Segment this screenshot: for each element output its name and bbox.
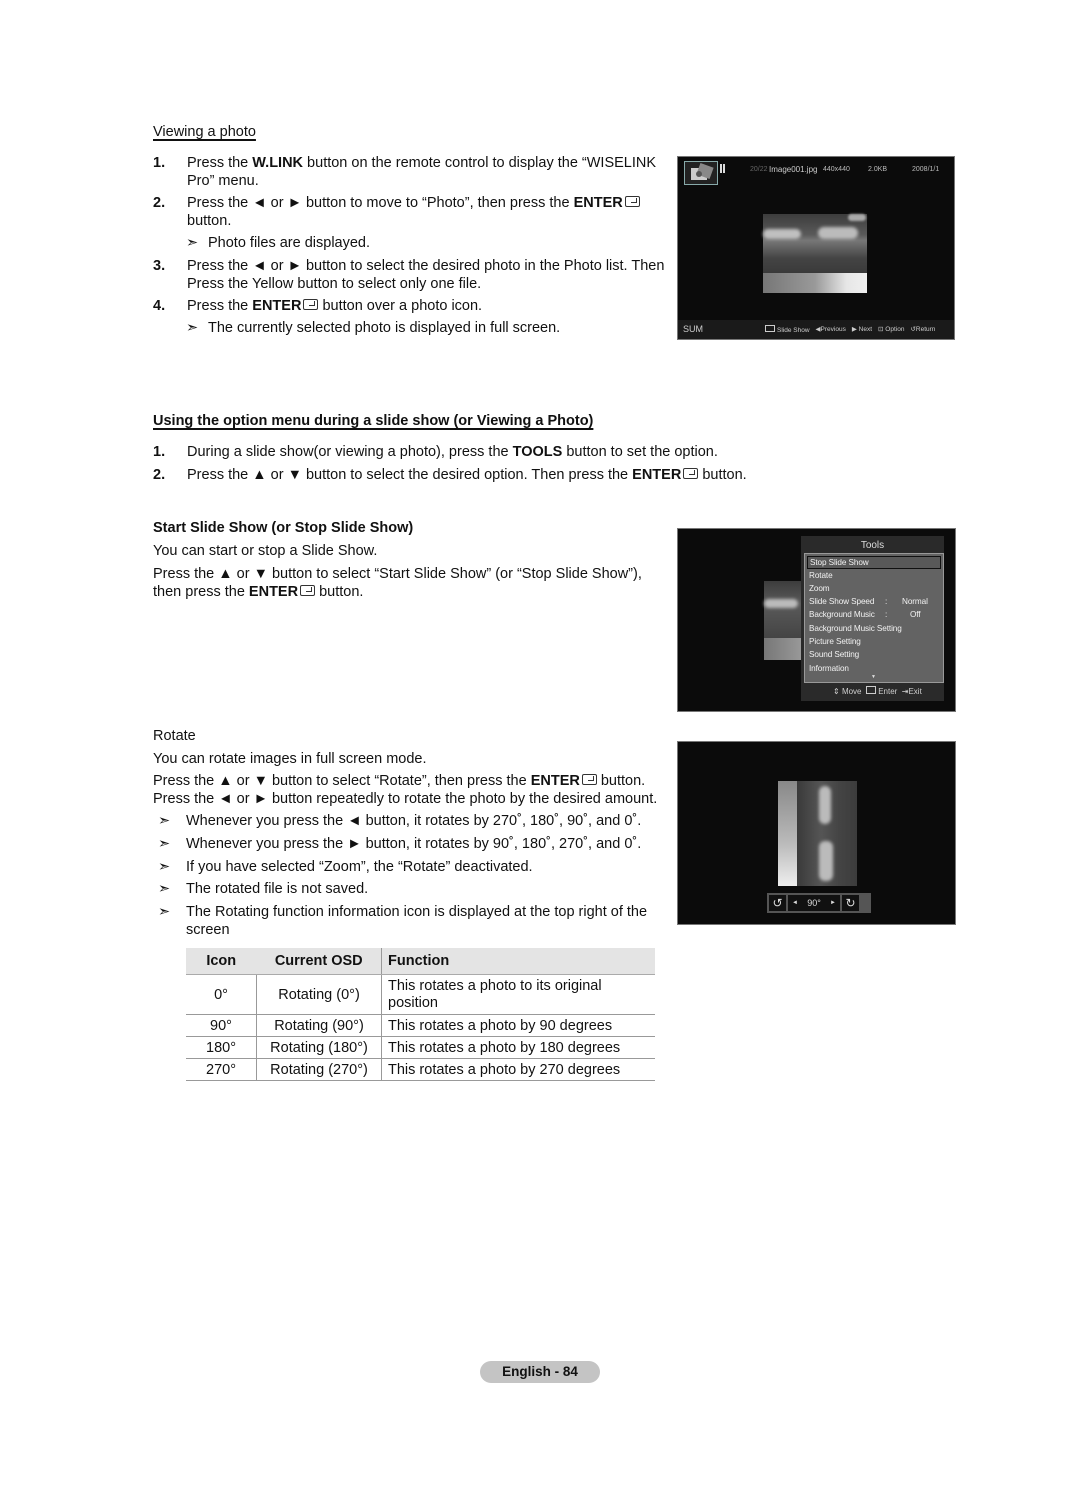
page-number-badge: English - 84 (480, 1361, 600, 1383)
rotate-angle-value: 90° (807, 898, 821, 908)
updown-icon: ⇕ (833, 687, 840, 696)
photo-viewer-screen: 20/22 Image001.jpg 440x440 2.0KB 2008/1/… (677, 156, 955, 340)
enter-icon (624, 196, 640, 207)
table-row: 270° Rotating (270°) This rotates a phot… (186, 1058, 655, 1081)
rotate-note-3: ➣ If you have selected “Zoom”, the “Rotat… (158, 859, 533, 875)
background-photo (764, 581, 802, 660)
header-icon: Icon (186, 948, 257, 975)
footer-btn-option[interactable]: ⊡ Option (878, 325, 904, 334)
tools-item-slide-show-speed[interactable]: Slide Show Speed : Normal (809, 597, 933, 606)
tools-item-background-music[interactable]: Background Music : Off (809, 610, 933, 619)
rotate-note-1: ➣ Whenever you press the ◄ button, it rot… (158, 813, 642, 829)
note-arrow-icon: ➣ (186, 235, 199, 251)
left-arrow-icon[interactable]: ◄ (792, 900, 798, 906)
tools-icon: ⊡ (878, 326, 884, 333)
photo-filesize: 2.0KB (868, 166, 888, 173)
rotated-photo (778, 781, 857, 886)
right-arrow-icon[interactable]: ► (830, 900, 836, 906)
tools-menu-title: Tools (860, 540, 885, 551)
scroll-down-icon[interactable]: ▼ (871, 674, 876, 680)
enter-icon (303, 299, 319, 310)
note-arrow-icon: ➣ (158, 904, 171, 920)
note-photo-files: ➣ Photo files are displayed. (186, 235, 371, 251)
option-step-2: 2. Press the ▲ or ▼ button to select the … (153, 467, 747, 483)
pause-icon (720, 164, 725, 173)
step-2: 2. Press the ◄ or ► button to move to “Ph… (153, 195, 673, 230)
rotate-right-icon[interactable]: ↻ (842, 895, 859, 911)
rotate-instructions: Press the ▲ or ▼ button to select “Rotat… (153, 773, 658, 807)
section-heading-viewing-photo: Viewing a photo (153, 124, 256, 140)
step-4: 4. Press the ENTER button over a photo ic… (153, 298, 483, 314)
device-name: SUM (683, 324, 703, 334)
rotate-left-icon[interactable]: ↺ (769, 895, 786, 911)
photo-filename: Image001.jpg (769, 165, 818, 174)
photo-folder-icon (684, 161, 718, 185)
rotation-table: Icon Current OSD Function 0° Rotating (0… (186, 948, 655, 1081)
tools-item-rotate[interactable]: Rotate (809, 571, 833, 580)
table-row: 180° Rotating (180°) This rotates a phot… (186, 1036, 655, 1059)
enter-icon (581, 774, 597, 785)
rotate-control-bar: ↺ ◄ 90° ► ↻ (767, 893, 871, 913)
tools-item-background-music-setting[interactable]: Background Music Setting (809, 624, 902, 633)
photo-counter: 20/22 (750, 166, 768, 173)
table-row: 0° Rotating (0°) This rotates a photo to… (186, 974, 655, 1015)
tools-menu-screen: Tools Stop Slide Show Rotate Zoom Slide … (677, 528, 956, 712)
subheading-slide-show: Start Slide Show (or Stop Slide Show) (153, 520, 414, 536)
slideshow-desc: You can start or stop a Slide Show. (153, 543, 378, 559)
enter-icon (865, 686, 876, 694)
slide-show-speed-value: Normal (902, 597, 928, 606)
tools-menu: Tools Stop Slide Show Rotate Zoom Slide … (801, 536, 944, 701)
rotate-screen: ↺ ◄ 90° ► ↻ (677, 741, 956, 925)
step-number: 1. (153, 155, 166, 171)
photo-viewer-footer: SUM Slide Show ◀Previous ▶ Next ⊡ Option… (678, 320, 954, 339)
tools-item-zoom[interactable]: Zoom (809, 584, 830, 593)
footer-btn-previous[interactable]: ◀Previous (816, 325, 846, 334)
step-number: 3. (153, 258, 166, 274)
footer-btn-slideshow[interactable]: Slide Show (765, 325, 810, 334)
tools-item-picture-setting[interactable]: Picture Setting (809, 637, 861, 646)
tools-footer: ⇕ Move Enter ⇥Exit (833, 686, 922, 696)
note-arrow-icon: ➣ (158, 881, 171, 897)
note-arrow-icon: ➣ (158, 836, 171, 852)
option-step-1: 1. During a slide show(or viewing a photo… (153, 444, 718, 460)
step-number: 1. (153, 444, 166, 460)
rotate-note-5: ➣ The Rotating function information icon … (158, 904, 648, 938)
photo-thumbnail-seascape[interactable] (763, 214, 867, 293)
footer-btn-next[interactable]: ▶ Next (852, 325, 872, 334)
footer-btn-return[interactable]: ↺Return (910, 325, 935, 334)
header-current-osd: Current OSD (256, 948, 382, 975)
tools-item-information[interactable]: Information (809, 664, 849, 673)
enter-icon (765, 325, 775, 332)
rotate-angle-display: ◄ 90° ► (788, 895, 840, 911)
section-heading-option-menu: Using the option menu during a slide sho… (153, 413, 594, 429)
step-number: 4. (153, 298, 166, 314)
step-number: 2. (153, 195, 166, 211)
rotate-note-4: ➣ The rotated file is not saved. (158, 881, 369, 897)
step-number: 2. (153, 467, 166, 483)
step-1: 1. Press the W.LINK button on the remote … (153, 155, 657, 189)
enter-icon (300, 584, 316, 596)
right-triangle-icon: ▶ (851, 326, 857, 333)
note-arrow-icon: ➣ (186, 320, 199, 336)
subheading-rotate: Rotate (153, 728, 196, 744)
photo-resolution: 440x440 (823, 166, 850, 173)
tools-item-sound-setting[interactable]: Sound Setting (809, 650, 859, 659)
enter-icon (683, 468, 699, 479)
photo-date: 2008/1/1 (912, 166, 940, 173)
background-music-value: Off (910, 610, 921, 619)
header-function: Function (381, 948, 655, 975)
tools-menu-list: Stop Slide Show Rotate Zoom Slide Show S… (804, 553, 944, 683)
tools-item-stop-slide-show[interactable]: Stop Slide Show (807, 556, 941, 569)
step-3: 3. Press the ◄ or ► button to select the … (153, 258, 665, 292)
note-arrow-icon: ➣ (158, 813, 171, 829)
table-row: 90° Rotating (90°) This rotates a photo … (186, 1014, 655, 1037)
table-header-row: Icon Current OSD Function (186, 948, 655, 975)
note-full-screen: ➣ The currently selected photo is displa… (186, 320, 561, 336)
slideshow-instructions: Press the ▲ or ▼ button to select “Start… (153, 566, 642, 600)
note-arrow-icon: ➣ (158, 859, 171, 875)
rotate-note-2: ➣ Whenever you press the ► button, it rot… (158, 836, 642, 852)
rotate-desc: You can rotate images in full screen mod… (153, 751, 427, 767)
